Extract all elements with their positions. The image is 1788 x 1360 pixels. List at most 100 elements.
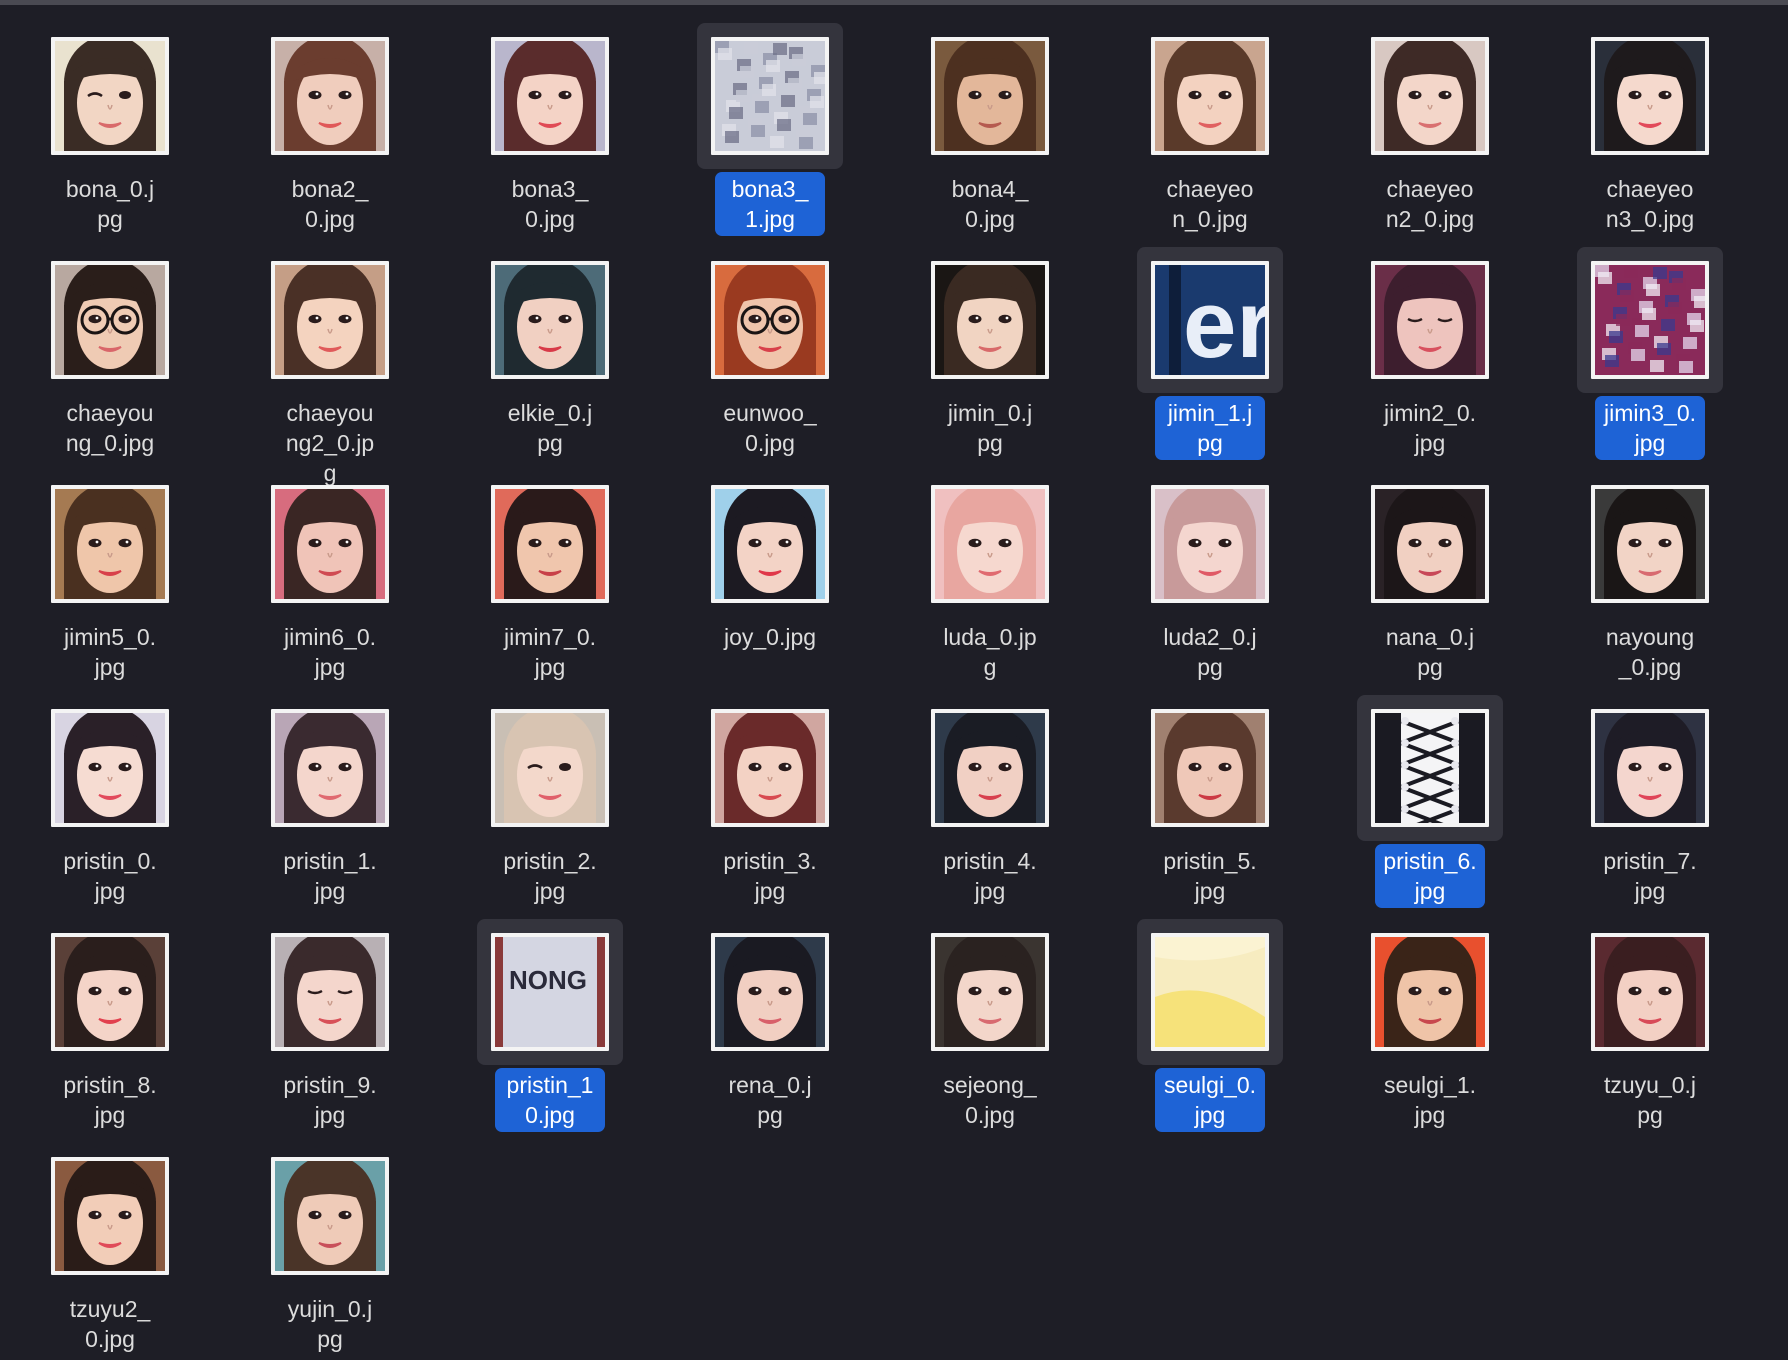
file-item-pristin_10-jpg[interactable]: NONG pristin_10.jpg xyxy=(440,913,660,1137)
file-item-pristin_8-jpg[interactable]: pristin_8.jpg xyxy=(0,913,220,1137)
image-thumbnail[interactable] xyxy=(51,261,169,379)
file-name-label[interactable]: pristin_2.jpg xyxy=(495,844,605,908)
file-name-label[interactable]: joy_0.jpg xyxy=(716,620,824,654)
file-item-eunwoo_0-jpg[interactable]: eunwoo_0.jpg xyxy=(660,241,880,465)
file-item-sejeong_0-jpg[interactable]: sejeong_0.jpg xyxy=(880,913,1100,1137)
file-name-label[interactable]: nayoung_0.jpg xyxy=(1595,620,1705,684)
file-item-bona_0-jpg[interactable]: bona_0.jpg xyxy=(0,17,220,241)
image-thumbnail[interactable] xyxy=(711,709,829,827)
image-thumbnail[interactable] xyxy=(931,933,1049,1051)
file-item-pristin_7-jpg[interactable]: pristin_7.jpg xyxy=(1540,689,1760,913)
image-thumbnail[interactable] xyxy=(931,37,1049,155)
file-name-label[interactable]: bona_0.jpg xyxy=(55,172,165,236)
image-thumbnail[interactable] xyxy=(1371,485,1489,603)
image-thumbnail[interactable] xyxy=(1371,37,1489,155)
file-name-label[interactable]: jimin3_0.jpg xyxy=(1595,396,1705,460)
image-thumbnail[interactable]: NONG xyxy=(491,933,609,1051)
file-item-bona4_0-jpg[interactable]: bona4_0.jpg xyxy=(880,17,1100,241)
file-item-bona3_1-jpg[interactable]: bona3_1.jpg xyxy=(660,17,880,241)
file-name-label[interactable]: bona4_0.jpg xyxy=(935,172,1045,236)
file-name-label[interactable]: pristin_7.jpg xyxy=(1595,844,1705,908)
image-thumbnail[interactable] xyxy=(271,933,389,1051)
file-name-label[interactable]: sejeong_0.jpg xyxy=(935,1068,1045,1132)
file-name-label[interactable]: tzuyu2_0.jpg xyxy=(55,1292,165,1356)
image-thumbnail[interactable] xyxy=(711,485,829,603)
image-thumbnail[interactable] xyxy=(271,709,389,827)
file-name-label[interactable]: pristin_6.jpg xyxy=(1375,844,1485,908)
file-item-chaeyeon_0-jpg[interactable]: chaeyeon_0.jpg xyxy=(1100,17,1320,241)
image-thumbnail[interactable] xyxy=(1371,709,1489,827)
file-item-pristin_5-jpg[interactable]: pristin_5.jpg xyxy=(1100,689,1320,913)
file-name-label[interactable]: yujin_0.jpg xyxy=(275,1292,385,1356)
file-name-label[interactable]: pristin_5.jpg xyxy=(1155,844,1265,908)
file-item-chaeyoung_0-jpg[interactable]: chaeyoung_0.jpg xyxy=(0,241,220,465)
file-item-tzuyu2_0-jpg[interactable]: tzuyu2_0.jpg xyxy=(0,1137,220,1360)
file-name-label[interactable]: luda_0.jpg xyxy=(935,620,1045,684)
image-thumbnail[interactable] xyxy=(1151,709,1269,827)
file-item-nayoung_0-jpg[interactable]: nayoung_0.jpg xyxy=(1540,465,1760,689)
image-thumbnail[interactable] xyxy=(1151,933,1269,1051)
image-thumbnail[interactable] xyxy=(271,261,389,379)
image-thumbnail[interactable] xyxy=(931,709,1049,827)
image-thumbnail[interactable] xyxy=(51,933,169,1051)
file-name-label[interactable]: pristin_9.jpg xyxy=(275,1068,385,1132)
image-thumbnail[interactable] xyxy=(1371,933,1489,1051)
file-name-label[interactable]: pristin_10.jpg xyxy=(495,1068,605,1132)
file-item-chaeyeon3_0-jpg[interactable]: chaeyeon3_0.jpg xyxy=(1540,17,1760,241)
file-name-label[interactable]: elkie_0.jpg xyxy=(495,396,605,460)
file-name-label[interactable]: bona2_0.jpg xyxy=(275,172,385,236)
image-thumbnail[interactable] xyxy=(1151,485,1269,603)
image-thumbnail[interactable] xyxy=(491,485,609,603)
image-thumbnail[interactable] xyxy=(1591,261,1709,379)
file-item-luda_0-jpg[interactable]: luda_0.jpg xyxy=(880,465,1100,689)
image-thumbnail[interactable] xyxy=(271,485,389,603)
file-item-nana_0-jpg[interactable]: nana_0.jpg xyxy=(1320,465,1540,689)
file-item-pristin_9-jpg[interactable]: pristin_9.jpg xyxy=(220,913,440,1137)
file-name-label[interactable]: pristin_8.jpg xyxy=(55,1068,165,1132)
file-name-label[interactable]: nana_0.jpg xyxy=(1375,620,1485,684)
image-thumbnail[interactable] xyxy=(51,1157,169,1275)
file-name-label[interactable]: chaeyeon2_0.jpg xyxy=(1375,172,1485,236)
file-name-label[interactable]: jimin_1.jpg xyxy=(1155,396,1265,460)
file-item-elkie_0-jpg[interactable]: elkie_0.jpg xyxy=(440,241,660,465)
image-thumbnail[interactable] xyxy=(711,261,829,379)
file-item-pristin_4-jpg[interactable]: pristin_4.jpg xyxy=(880,689,1100,913)
file-item-jimin3_0-jpg[interactable]: jimin3_0.jpg xyxy=(1540,241,1760,465)
file-item-yujin_0-jpg[interactable]: yujin_0.jpg xyxy=(220,1137,440,1360)
image-thumbnail[interactable] xyxy=(711,933,829,1051)
file-name-label[interactable]: bona3_1.jpg xyxy=(715,172,825,236)
file-item-jimin6_0-jpg[interactable]: jimin6_0.jpg xyxy=(220,465,440,689)
file-name-label[interactable]: tzuyu_0.jpg xyxy=(1595,1068,1705,1132)
file-name-label[interactable]: jimin7_0.jpg xyxy=(495,620,605,684)
file-item-jimin2_0-jpg[interactable]: jimin2_0.jpg xyxy=(1320,241,1540,465)
file-name-label[interactable]: seulgi_1.jpg xyxy=(1375,1068,1485,1132)
image-thumbnail[interactable]: er xyxy=(1151,261,1269,379)
image-thumbnail[interactable] xyxy=(491,37,609,155)
file-item-tzuyu_0-jpg[interactable]: tzuyu_0.jpg xyxy=(1540,913,1760,1137)
file-item-pristin_1-jpg[interactable]: pristin_1.jpg xyxy=(220,689,440,913)
image-thumbnail[interactable] xyxy=(1371,261,1489,379)
image-thumbnail[interactable] xyxy=(1591,485,1709,603)
image-thumbnail[interactable] xyxy=(271,1157,389,1275)
file-item-chaeyoung2_0-jpg[interactable]: chaeyoung2_0.jpg xyxy=(220,241,440,486)
file-item-seulgi_0-jpg[interactable]: seulgi_0.jpg xyxy=(1100,913,1320,1137)
file-name-label[interactable]: chaeyeon_0.jpg xyxy=(1155,172,1265,236)
file-name-label[interactable]: eunwoo_0.jpg xyxy=(715,396,825,460)
image-thumbnail[interactable] xyxy=(51,485,169,603)
file-name-label[interactable]: jimin6_0.jpg xyxy=(275,620,385,684)
image-thumbnail[interactable] xyxy=(51,37,169,155)
image-thumbnail[interactable] xyxy=(711,37,829,155)
image-thumbnail[interactable] xyxy=(1591,709,1709,827)
file-name-label[interactable]: jimin_0.jpg xyxy=(935,396,1045,460)
file-name-label[interactable]: jimin5_0.jpg xyxy=(55,620,165,684)
file-item-pristin_2-jpg[interactable]: pristin_2.jpg xyxy=(440,689,660,913)
file-item-bona2_0-jpg[interactable]: bona2_0.jpg xyxy=(220,17,440,241)
file-item-jimin7_0-jpg[interactable]: jimin7_0.jpg xyxy=(440,465,660,689)
file-name-label[interactable]: chaeyoung_0.jpg xyxy=(55,396,165,460)
image-thumbnail[interactable] xyxy=(1591,37,1709,155)
file-name-label[interactable]: pristin_1.jpg xyxy=(275,844,385,908)
file-item-joy_0-jpg[interactable]: joy_0.jpg xyxy=(660,465,880,689)
file-item-bona3_0-jpg[interactable]: bona3_0.jpg xyxy=(440,17,660,241)
file-item-luda2_0-jpg[interactable]: luda2_0.jpg xyxy=(1100,465,1320,689)
image-thumbnail[interactable] xyxy=(931,485,1049,603)
